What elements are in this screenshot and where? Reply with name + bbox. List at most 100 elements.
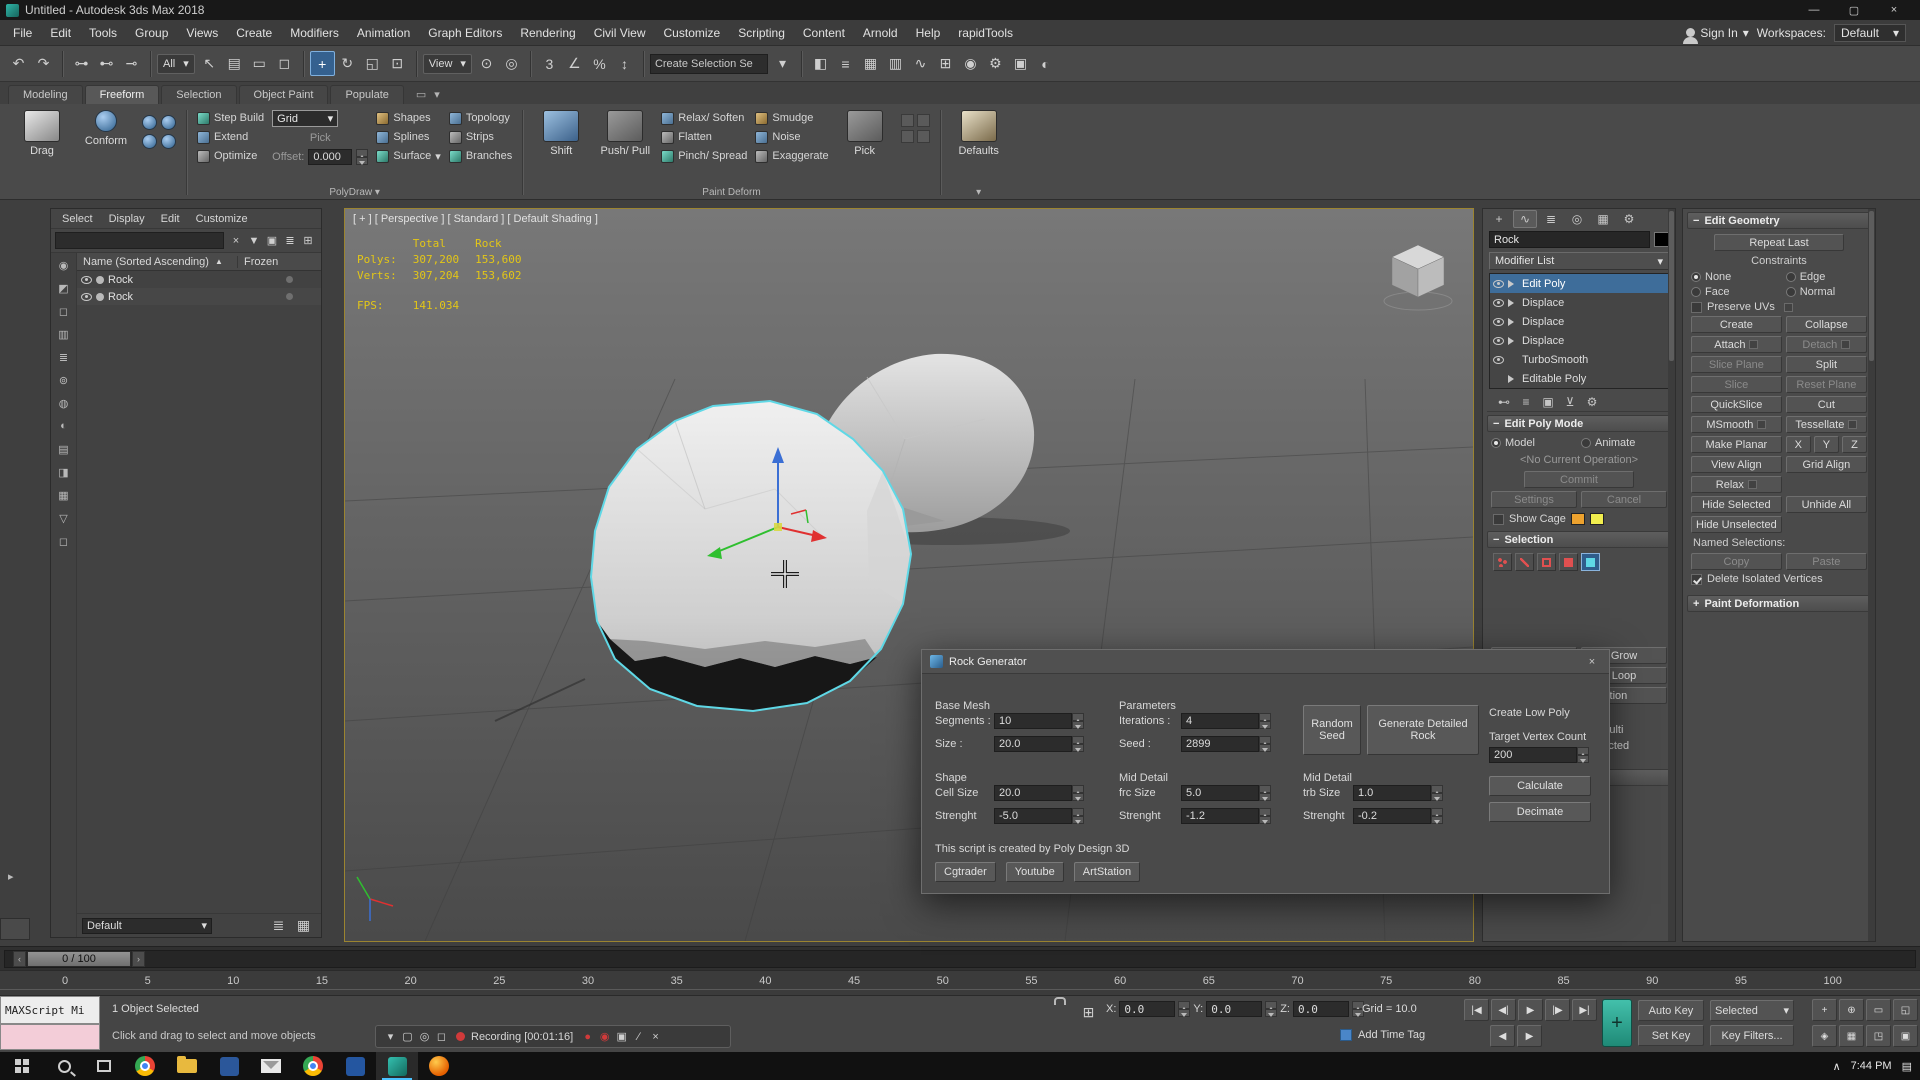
curve-editor-icon[interactable]: ∿	[908, 51, 933, 76]
rollout-edit-poly-mode[interactable]: − Edit Poly Mode	[1487, 415, 1671, 432]
segments-spin[interactable]	[1072, 713, 1084, 729]
cut-button[interactable]: Cut	[1786, 396, 1867, 413]
toggle-scene-explorer-icon[interactable]: ▥	[883, 51, 908, 76]
next-frame-arrow[interactable]: ›	[132, 951, 145, 967]
planar-y-button[interactable]: Y	[1814, 436, 1839, 453]
trb-size-spin[interactable]	[1431, 785, 1443, 801]
brush-preset-buttons[interactable]	[901, 114, 930, 143]
msmooth-button[interactable]: MSmooth	[1691, 416, 1782, 433]
z-coordinate-field[interactable]: 0.0	[1293, 1001, 1349, 1017]
conform-brush-icon[interactable]	[161, 115, 176, 130]
mirror-icon[interactable]: ◧	[808, 51, 833, 76]
display-all-icon[interactable]: ◉	[56, 257, 72, 273]
preserve-uvs-checkbox[interactable]	[1691, 302, 1702, 313]
animate-radio[interactable]: Animate	[1581, 437, 1667, 449]
modifier-visibility-icon[interactable]	[1493, 356, 1504, 364]
unlink-selection-icon[interactable]: ⊷	[94, 51, 119, 76]
explorer-menu-item[interactable]: Select	[55, 213, 100, 225]
rock-selected[interactable]	[495, 401, 911, 721]
display-spacewarps-icon[interactable]: ◍	[56, 395, 72, 411]
configure-modifier-sets-icon[interactable]: ⚙	[1583, 393, 1601, 410]
settings-button[interactable]: Settings	[1491, 491, 1577, 508]
menu-item[interactable]: Arnold	[854, 20, 907, 45]
view-align-button[interactable]: View Align	[1691, 456, 1782, 473]
offset-spinner[interactable]: Offset: 0.000	[272, 149, 368, 165]
time-slider-handle[interactable]: 0 / 100	[27, 951, 131, 967]
constraint-normal-radio[interactable]: Normal	[1786, 286, 1867, 298]
constraint-none-radio[interactable]: None	[1691, 271, 1782, 283]
explorer-row[interactable]: Rock	[77, 288, 321, 305]
mid1-strength-spin[interactable]	[1259, 808, 1271, 824]
smudge-button[interactable]: Smudge	[755, 110, 828, 126]
frozen-toggle-icon[interactable]	[286, 293, 293, 300]
grid-align-button[interactable]: Grid Align	[1786, 456, 1867, 473]
workspace-dropdown[interactable]: Default ▾	[1834, 24, 1906, 42]
layer-manager-icon[interactable]: ▦	[858, 51, 883, 76]
menu-item[interactable]: Tools	[80, 20, 126, 45]
target-vertex-field[interactable]: 200	[1489, 747, 1577, 763]
field-of-view-icon[interactable]: ◳	[1866, 1025, 1891, 1047]
y-spin[interactable]	[1265, 1001, 1277, 1017]
display-objects-icon[interactable]: ◻	[56, 533, 72, 549]
generate-detailed-rock-button[interactable]: Generate Detailed Rock	[1367, 705, 1479, 755]
select-and-place-icon[interactable]: ⊡	[385, 51, 410, 76]
utilities-tab-icon[interactable]: ⚙	[1617, 210, 1641, 228]
slice-plane-button[interactable]: Slice Plane	[1691, 356, 1782, 373]
modifier-visibility-icon[interactable]	[1493, 299, 1504, 307]
hide-selected-button[interactable]: Hide Selected	[1691, 496, 1782, 513]
add-time-tag-label[interactable]: Add Time Tag	[1358, 1029, 1425, 1041]
copy-button[interactable]: Copy	[1691, 553, 1782, 570]
menu-item[interactable]: rapidTools	[949, 20, 1022, 45]
start-button[interactable]	[0, 1052, 44, 1080]
seed-field[interactable]: 2899	[1181, 736, 1259, 752]
pinch-spread-button[interactable]: Pinch/ Spread	[661, 148, 747, 164]
planar-x-button[interactable]: X	[1786, 436, 1811, 453]
split-button[interactable]: Split	[1786, 356, 1867, 373]
credit-link-button[interactable]: ArtStation	[1074, 862, 1140, 882]
mid2-strength-spin[interactable]	[1431, 808, 1443, 824]
taskbar-search-icon[interactable]	[44, 1052, 84, 1080]
preserve-uvs-settings-box[interactable]	[1784, 303, 1793, 312]
percent-snap-icon[interactable]: %	[587, 51, 612, 76]
trb-size-field[interactable]: 1.0	[1353, 785, 1431, 801]
display-groups-icon[interactable]: ◐	[56, 418, 72, 434]
exaggerate-button[interactable]: Exaggerate	[755, 148, 828, 164]
segments-field[interactable]: 10	[994, 713, 1072, 729]
mail-icon[interactable]	[250, 1052, 292, 1080]
modifier-stack-row[interactable]: Displace	[1490, 293, 1668, 312]
iterations-field[interactable]: 4	[1181, 713, 1259, 729]
snaps-toggle-icon[interactable]: 3	[537, 51, 562, 76]
explorer-search-input[interactable]	[55, 232, 224, 249]
panel-expand-arrow[interactable]: ▸	[8, 870, 14, 883]
size-field[interactable]: 20.0	[994, 736, 1072, 752]
window-crossing-icon[interactable]: ◻	[272, 51, 297, 76]
task-view-icon[interactable]	[84, 1052, 124, 1080]
rollout-edit-geometry[interactable]: − Edit Geometry	[1687, 212, 1871, 229]
surface-button[interactable]: Surface▾	[376, 148, 440, 164]
conform-brush-icon[interactable]	[142, 115, 157, 130]
conform-brush-icon[interactable]	[142, 134, 157, 149]
delete-isolated-vertices-checkbox[interactable]	[1691, 574, 1702, 585]
modifier-stack-row[interactable]: Edit Poly	[1490, 274, 1668, 293]
offset-value[interactable]: 0.000	[308, 149, 352, 165]
use-pivot-center-icon[interactable]: ⊙	[474, 51, 499, 76]
ribbon-minimize-icon[interactable]: ▭	[416, 88, 426, 101]
menu-item[interactable]: Customize	[655, 20, 730, 45]
filter-icon[interactable]: ▼	[245, 232, 263, 250]
modifier-stack-row[interactable]: Editable Poly	[1490, 369, 1668, 388]
explorer-column-headers[interactable]: Name (Sorted Ascending)▲ Frozen	[77, 253, 321, 271]
shape-strength-spin[interactable]	[1072, 808, 1084, 824]
credit-link-button[interactable]: Cgtrader	[935, 862, 996, 882]
menu-item[interactable]: Help	[907, 20, 950, 45]
next-frame-icon[interactable]: |▶	[1545, 999, 1570, 1021]
tessellate-button[interactable]: Tessellate	[1786, 416, 1867, 433]
menu-item[interactable]: Group	[126, 20, 177, 45]
rec-region-icon[interactable]: ◻	[433, 1028, 450, 1045]
named-selection-dropdown-icon[interactable]: ▾	[770, 51, 795, 76]
rec-stop-icon[interactable]: ●	[579, 1028, 596, 1045]
rec-record-icon[interactable]: ◉	[596, 1028, 613, 1045]
offset-spin[interactable]	[356, 149, 368, 165]
polydraw-pick-button[interactable]: Pick	[272, 130, 368, 146]
align-icon[interactable]: ≡	[833, 51, 858, 76]
dialog-title-bar[interactable]: Rock Generator ×	[922, 650, 1609, 674]
